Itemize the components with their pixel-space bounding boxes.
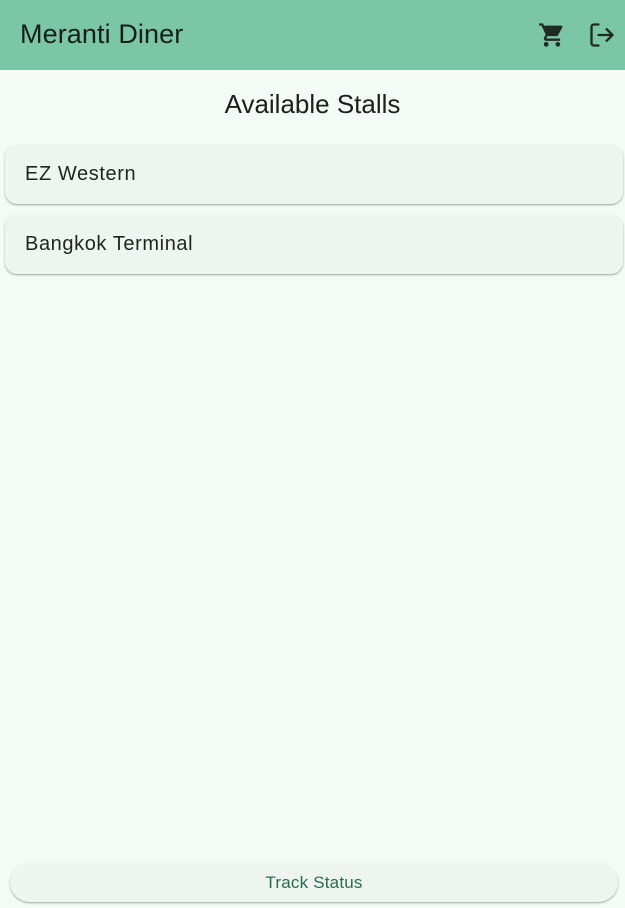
track-status-label: Track Status bbox=[265, 872, 363, 892]
cart-button[interactable] bbox=[535, 18, 569, 52]
logout-button[interactable] bbox=[585, 18, 619, 52]
stall-label: EZ Western bbox=[25, 163, 137, 185]
app-title: Meranti Diner bbox=[20, 19, 184, 49]
logout-icon bbox=[588, 21, 616, 49]
stall-item-bangkok-terminal[interactable]: Bangkok Terminal bbox=[5, 215, 623, 274]
stall-list: EZ Western Bangkok Terminal bbox=[5, 145, 623, 285]
page-title: Available Stalls bbox=[224, 89, 401, 119]
stall-label: Bangkok Terminal bbox=[25, 233, 194, 255]
track-status-button[interactable]: Track Status bbox=[10, 863, 618, 902]
app-bar: Meranti Diner bbox=[0, 0, 625, 70]
cart-icon bbox=[538, 21, 566, 49]
stall-item-ez-western[interactable]: EZ Western bbox=[5, 145, 623, 204]
